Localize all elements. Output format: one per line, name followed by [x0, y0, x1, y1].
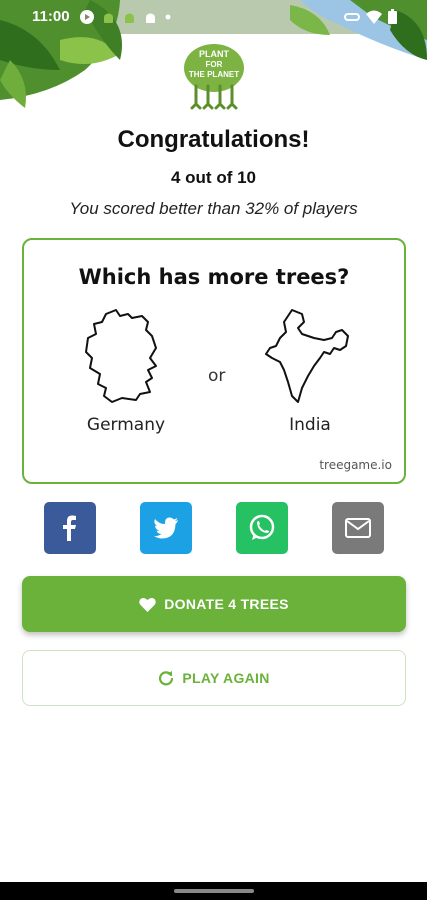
twitter-icon [154, 517, 178, 539]
dot-icon [165, 14, 171, 20]
android-icon [104, 13, 113, 23]
email-share-button[interactable] [332, 502, 384, 554]
wifi-icon [366, 10, 382, 24]
android-icon [146, 13, 155, 23]
whatsapp-icon [249, 514, 275, 540]
share-buttons [44, 502, 386, 554]
svg-text:PLANT: PLANT [199, 49, 229, 59]
score-text: 4 out of 10 [170, 168, 256, 187]
android-icon [125, 13, 134, 23]
germany-map-outline [85, 309, 157, 403]
play-again-button[interactable]: PLAY AGAIN [22, 650, 406, 706]
twitter-share-button[interactable] [140, 502, 192, 554]
question-card: Which has more trees? or Germany India t… [22, 238, 406, 484]
status-bar: 11:00 [0, 0, 427, 34]
play-again-label: PLAY AGAIN [182, 670, 270, 686]
option-germany: Germany [86, 415, 166, 435]
question-text: Which has more trees? [78, 265, 350, 289]
battery-icon [388, 9, 397, 24]
donate-button-label: DONATE 4 TREES [164, 596, 289, 612]
option-india: India [289, 415, 331, 435]
svg-text:FOR: FOR [206, 60, 223, 69]
home-gesture-handle[interactable] [174, 889, 254, 893]
heart-icon [139, 597, 156, 612]
navigation-bar [0, 882, 427, 900]
vpn-icon [344, 12, 360, 21]
result-title: Congratulations! [117, 126, 310, 153]
facebook-icon [63, 515, 76, 541]
india-map-outline [265, 309, 349, 403]
play-icon [80, 10, 94, 24]
site-url: treegame.io [319, 458, 392, 472]
notification-icons [80, 10, 171, 24]
mail-icon [345, 518, 371, 538]
svg-text:THE PLANET: THE PLANET [189, 70, 239, 79]
or-label: or [208, 366, 226, 386]
facebook-share-button[interactable] [44, 502, 96, 554]
refresh-icon [159, 671, 174, 686]
whatsapp-share-button[interactable] [236, 502, 288, 554]
plant-for-the-planet-logo: PLANT FOR THE PLANET [184, 44, 244, 110]
percentile-text: You scored better than 32% of players [69, 199, 358, 218]
donate-button[interactable]: DONATE 4 TREES [22, 576, 406, 632]
system-icons [344, 9, 397, 24]
status-time: 11:00 [32, 8, 70, 25]
